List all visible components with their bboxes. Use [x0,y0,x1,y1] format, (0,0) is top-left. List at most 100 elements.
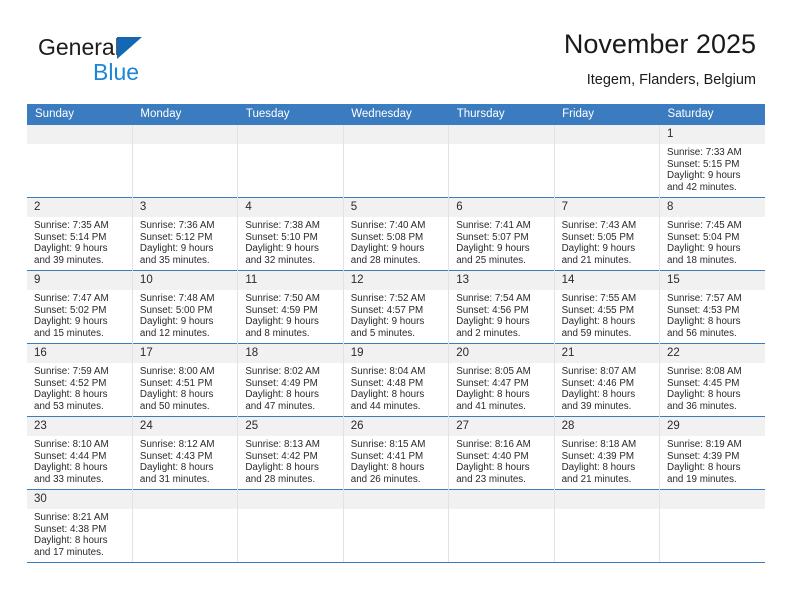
calendar-body: 1 Sunrise: 7:33 AM Sunset: 5:15 PM Daylight… [27,125,765,563]
day-number: 16 [27,344,132,363]
sunrise-text: Sunrise: 7:38 AM [245,220,320,231]
daylight-text-line1: Daylight: 8 hours [245,462,319,474]
daylight-text-line2: and 42 minutes. [667,181,737,193]
weekday-header-saturday: Saturday [659,104,765,125]
day-number [132,125,238,144]
day-details: Sunrise: 8:00 AM Sunset: 4:51 PM Daylight:… [133,363,237,412]
daylight-text-line1: Daylight: 8 hours [667,462,741,474]
daylight-text-line2: and 8 minutes. [245,327,310,339]
calendar-day-cell-empty [342,489,450,563]
day-number: 20 [449,344,554,363]
logo-text-general: General [38,34,120,60]
blue-triangle-icon [117,37,142,59]
calendar-day-cell[interactable]: 17 Sunrise: 8:00 AM Sunset: 4:51 PM Dayligh… [131,343,239,417]
day-number: 18 [238,344,343,363]
sunset-text: Sunset: 4:48 PM [350,377,424,389]
day-number: 26 [343,417,449,436]
logo-text-blue: Blue [93,59,140,85]
calendar-day-cell[interactable]: 21 Sunrise: 8:07 AM Sunset: 4:46 PM Dayligh… [553,343,661,417]
day-number: 10 [132,271,238,290]
daylight-text-line2: and 26 minutes. [350,473,421,485]
sunrise-text: Sunrise: 8:02 AM [245,366,320,377]
sunrise-text: Sunrise: 7:40 AM [350,220,426,231]
daylight-text-line1: Daylight: 8 hours [456,462,530,474]
daylight-text-line2: and 15 minutes. [34,327,104,339]
calendar-header-row: Sunday Monday Tuesday Wednesday Thursday Frid… [27,104,765,125]
calendar-day-cell[interactable]: 19 Sunrise: 8:04 AM Sunset: 4:48 PM Dayligh… [342,343,450,417]
calendar-day-cell[interactable]: 23 Sunrise: 8:10 AM Sunset: 4:44 PM Dayligh… [27,416,133,490]
calendar-day-cell[interactable]: 8 Sunrise: 7:45 AM Sunset: 5:04 PM Daylight… [659,197,765,271]
sunset-text: Sunset: 5:08 PM [350,231,424,243]
sunset-text: Sunset: 4:47 PM [456,377,529,389]
calendar-day-cell[interactable]: 3 Sunrise: 7:36 AM Sunset: 5:12 PM Daylight… [131,197,239,271]
sunrise-text: Sunrise: 7:43 AM [561,220,637,231]
general-blue-logo[interactable]: General Blue [38,34,168,88]
day-details: Sunrise: 8:04 AM Sunset: 4:48 PM Daylight:… [344,363,448,412]
sunrise-text: Sunrise: 7:45 AM [667,220,742,231]
calendar-day-cell[interactable]: 6 Sunrise: 7:41 AM Sunset: 5:07 PM Daylight… [448,197,555,271]
day-number [660,490,765,509]
day-number [449,490,554,509]
daylight-text-line2: and 25 minutes. [456,254,526,266]
calendar-day-cell[interactable]: 12 Sunrise: 7:52 AM Sunset: 4:57 PM Dayligh… [342,270,450,344]
daylight-text-line1: Daylight: 9 hours [456,243,530,255]
day-number: 29 [660,417,765,436]
day-number [238,125,343,144]
calendar-day-cell[interactable]: 11 Sunrise: 7:50 AM Sunset: 4:59 PM Dayligh… [237,270,344,344]
calendar-day-cell[interactable]: 5 Sunrise: 7:40 AM Sunset: 5:08 PM Daylight… [342,197,450,271]
daylight-text-line1: Daylight: 8 hours [139,389,214,401]
page-title: November 2025 [563,29,756,59]
calendar-day-cell[interactable]: 28 Sunrise: 8:18 AM Sunset: 4:39 PM Dayligh… [553,416,661,490]
sunset-text: Sunset: 4:44 PM [34,450,107,462]
day-number [554,125,660,144]
calendar-day-cell[interactable]: 2 Sunrise: 7:35 AM Sunset: 5:14 PM Daylight… [27,197,133,271]
sunset-text: Sunset: 4:42 PM [245,450,318,462]
daylight-text-line1: Daylight: 9 hours [456,316,530,328]
calendar-week-row: 23 Sunrise: 8:10 AM Sunset: 4:44 PM Dayligh… [27,416,765,490]
calendar-day-cell[interactable]: 13 Sunrise: 7:54 AM Sunset: 4:56 PM Dayligh… [448,270,555,344]
calendar-day-cell[interactable]: 9 Sunrise: 7:47 AM Sunset: 5:02 PM Daylight… [27,270,133,344]
day-number: 6 [449,198,554,217]
calendar-day-cell[interactable]: 15 Sunrise: 7:57 AM Sunset: 4:53 PM Dayligh… [659,270,765,344]
calendar-day-cell[interactable]: 18 Sunrise: 8:02 AM Sunset: 4:49 PM Dayligh… [237,343,344,417]
day-number: 22 [660,344,765,363]
calendar-day-cell[interactable]: 16 Sunrise: 7:59 AM Sunset: 4:52 PM Dayligh… [27,343,133,417]
day-details: Sunrise: 8:18 AM Sunset: 4:39 PM Daylight:… [555,436,659,485]
calendar-day-cell[interactable]: 24 Sunrise: 8:12 AM Sunset: 4:43 PM Dayligh… [131,416,239,490]
daylight-text-line2: and 21 minutes. [561,254,632,266]
calendar-day-cell[interactable]: 30 Sunrise: 8:21 AM Sunset: 4:38 PM Dayligh… [27,489,133,563]
day-details: Sunrise: 7:38 AM Sunset: 5:10 PM Daylight:… [238,217,342,266]
calendar-day-cell[interactable]: 29 Sunrise: 8:19 AM Sunset: 4:39 PM Dayligh… [659,416,765,490]
sunset-text: Sunset: 4:56 PM [456,304,529,316]
daylight-text-line2: and 47 minutes. [245,400,316,412]
sunset-text: Sunset: 5:10 PM [245,231,318,243]
calendar-day-cell[interactable]: 26 Sunrise: 8:15 AM Sunset: 4:41 PM Dayligh… [342,416,450,490]
calendar-day-cell[interactable]: 10 Sunrise: 7:48 AM Sunset: 5:00 PM Dayligh… [131,270,239,344]
sunrise-text: Sunrise: 8:10 AM [34,439,109,450]
calendar-day-cell[interactable]: 25 Sunrise: 8:13 AM Sunset: 4:42 PM Dayligh… [237,416,344,490]
sunrise-text: Sunrise: 8:08 AM [667,366,742,377]
day-details: Sunrise: 7:47 AM Sunset: 5:02 PM Daylight:… [27,290,132,339]
weekday-header-tuesday: Tuesday [237,104,344,125]
day-number [343,490,449,509]
day-number: 28 [554,417,660,436]
day-details: Sunrise: 7:54 AM Sunset: 4:56 PM Daylight:… [449,290,553,339]
calendar-page: General Blue November 2025 Itegem, Fland… [0,0,792,612]
day-number: 30 [27,490,132,509]
sunset-text: Sunset: 5:05 PM [561,231,635,243]
daylight-text-line1: Daylight: 9 hours [350,316,425,328]
calendar-day-cell[interactable]: 20 Sunrise: 8:05 AM Sunset: 4:47 PM Dayligh… [448,343,555,417]
calendar-day-cell-empty [342,125,450,198]
calendar-day-cell[interactable]: 22 Sunrise: 8:08 AM Sunset: 4:45 PM Dayligh… [659,343,765,417]
sunrise-text: Sunrise: 8:05 AM [456,366,531,377]
title-block: November 2025 Itegem, Flanders, Belgium [564,28,756,90]
day-number: 25 [238,417,343,436]
daylight-text-line2: and 2 minutes. [456,327,521,339]
calendar-day-cell[interactable]: 7 Sunrise: 7:43 AM Sunset: 5:05 PM Daylight… [553,197,661,271]
daylight-text-line1: Daylight: 9 hours [245,316,319,328]
calendar-day-cell[interactable]: 27 Sunrise: 8:16 AM Sunset: 4:40 PM Dayligh… [448,416,555,490]
calendar-day-cell[interactable]: 4 Sunrise: 7:38 AM Sunset: 5:10 PM Daylight… [237,197,344,271]
calendar-day-cell[interactable]: 14 Sunrise: 7:55 AM Sunset: 4:55 PM Dayligh… [553,270,661,344]
sunrise-text: Sunrise: 7:59 AM [34,366,109,377]
calendar-day-cell[interactable]: 1 Sunrise: 7:33 AM Sunset: 5:15 PM Daylight… [659,125,765,198]
